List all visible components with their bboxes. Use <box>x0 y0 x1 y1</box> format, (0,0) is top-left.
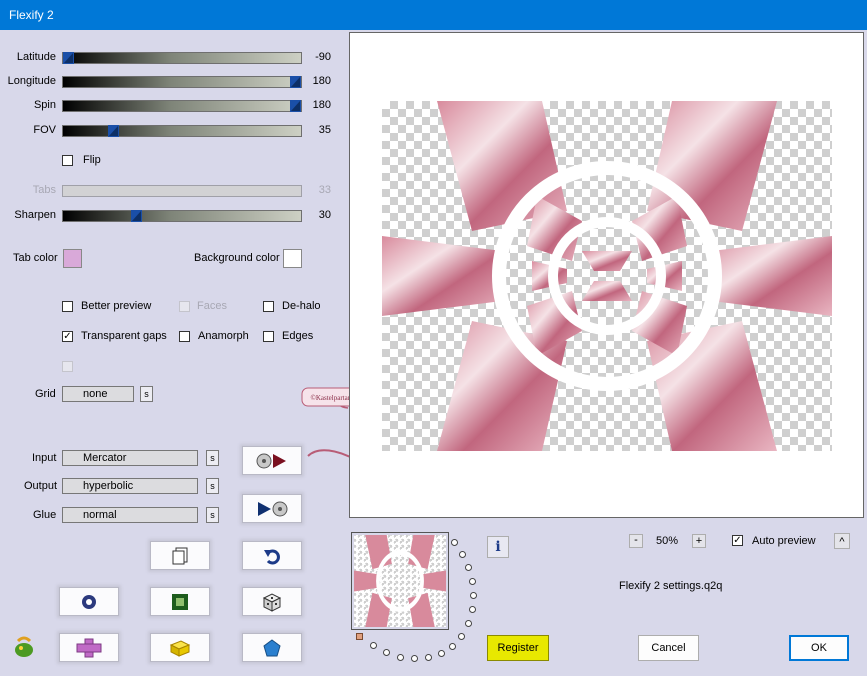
fov-slider[interactable] <box>62 125 302 137</box>
flip-label: Flip <box>83 154 101 166</box>
undo-button[interactable] <box>242 541 302 570</box>
thumbnail-preview[interactable] <box>351 532 449 630</box>
latitude-value: -90 <box>315 51 331 63</box>
longitude-value: 180 <box>312 75 331 87</box>
pentagon-button[interactable] <box>242 633 302 662</box>
zoom-dot[interactable] <box>411 655 418 662</box>
spin-label: Spin <box>33 99 56 111</box>
faces-checkbox <box>179 301 190 312</box>
sharpen-value: 30 <box>318 209 331 221</box>
main-preview[interactable] <box>349 32 864 518</box>
copy-button[interactable] <box>150 541 210 570</box>
tabs-value: 33 <box>318 184 331 196</box>
flip-checkbox[interactable] <box>62 155 73 166</box>
slider-thumb[interactable] <box>108 125 119 137</box>
input-dropdown[interactable]: Mercator <box>62 450 198 466</box>
cube-button[interactable] <box>150 633 210 662</box>
zoom-dot[interactable] <box>469 578 476 585</box>
slider-thumb[interactable] <box>63 52 74 64</box>
info-button[interactable]: i <box>487 536 509 558</box>
latitude-slider[interactable] <box>62 52 302 64</box>
app-logo-icon <box>12 635 36 662</box>
collapse-button[interactable]: ^ <box>834 533 850 549</box>
glue-label: Glue <box>33 509 57 521</box>
random-dice-button[interactable] <box>242 587 302 616</box>
faces-label: Faces <box>197 300 227 312</box>
better-preview-checkbox[interactable] <box>62 301 73 312</box>
tab-color-swatch[interactable] <box>63 249 82 268</box>
edges-checkbox[interactable] <box>263 331 274 342</box>
background-color-swatch[interactable] <box>283 249 302 268</box>
fov-value: 35 <box>318 124 331 136</box>
zoom-dot[interactable] <box>397 654 404 661</box>
output-dropdown[interactable]: hyperbolic <box>62 478 198 494</box>
grid-dropdown[interactable]: none <box>62 386 134 402</box>
zoom-dot[interactable] <box>370 642 377 649</box>
slider-thumb[interactable] <box>290 100 301 112</box>
zoom-dot[interactable] <box>458 633 465 640</box>
spin-value: 180 <box>312 99 331 111</box>
zoom-out-button[interactable]: - <box>629 534 643 548</box>
spin-slider[interactable] <box>62 100 302 112</box>
zoom-in-button[interactable]: + <box>692 534 706 548</box>
edges-label: Edges <box>282 330 314 342</box>
tabs-label: Tabs <box>32 184 56 196</box>
transparent-gaps-checkbox[interactable]: ✓ <box>62 331 73 342</box>
de-halo-checkbox[interactable] <box>263 301 274 312</box>
title-bar: Flexify 2 <box>0 0 867 30</box>
zoom-dot[interactable] <box>470 592 477 599</box>
latitude-label: Latitude <box>16 51 56 63</box>
tabs-slider <box>62 185 302 197</box>
grid-label: Grid <box>35 388 56 400</box>
better-preview-label: Better preview <box>81 300 152 312</box>
import-button[interactable] <box>242 446 302 475</box>
output-label: Output <box>24 480 58 492</box>
window-title: Flexify 2 <box>9 8 54 22</box>
zoom-marker[interactable] <box>356 633 363 640</box>
zoom-dot[interactable] <box>451 539 458 546</box>
auto-preview-label: Auto preview <box>752 535 816 547</box>
longitude-slider[interactable] <box>62 76 302 88</box>
preview-artwork <box>382 101 832 451</box>
disabled-checkbox <box>62 361 73 372</box>
slider-thumb[interactable] <box>131 210 142 222</box>
slider-thumb[interactable] <box>290 76 301 88</box>
zoom-dot[interactable] <box>469 606 476 613</box>
zoom-dot[interactable] <box>459 551 466 558</box>
zoom-dot[interactable] <box>425 654 432 661</box>
zoom-dot[interactable] <box>465 564 472 571</box>
cross-button[interactable] <box>59 633 119 662</box>
export-button[interactable] <box>242 494 302 523</box>
dialog-body: Latitude -90 Longitude 180 Spin 180 FOV … <box>0 30 867 676</box>
cancel-button[interactable]: Cancel <box>638 635 699 661</box>
transparent-gaps-label: Transparent gaps <box>81 330 167 342</box>
anamorph-checkbox[interactable] <box>179 331 190 342</box>
output-s-button[interactable]: s <box>206 478 219 494</box>
thumbnail-artwork <box>354 535 446 627</box>
ok-button[interactable]: OK <box>789 635 849 661</box>
sharpen-slider[interactable] <box>62 210 302 222</box>
zoom-dot[interactable] <box>438 650 445 657</box>
de-halo-label: De-halo <box>282 300 321 312</box>
frame-button[interactable] <box>150 587 210 616</box>
background-color-label: Background color <box>194 252 280 264</box>
tab-color-label: Tab color <box>13 252 58 264</box>
auto-preview-checkbox[interactable]: ✓ <box>732 535 743 546</box>
longitude-label: Longitude <box>7 75 56 87</box>
zoom-dot[interactable] <box>449 643 456 650</box>
settings-filename: Flexify 2 settings.q2q <box>619 580 723 592</box>
anamorph-label: Anamorph <box>198 330 249 342</box>
zoom-dot[interactable] <box>383 649 390 656</box>
sphere-button[interactable] <box>59 587 119 616</box>
input-label: Input <box>32 452 57 464</box>
zoom-dot[interactable] <box>465 620 472 627</box>
input-s-button[interactable]: s <box>206 450 219 466</box>
zoom-level: 50% <box>656 535 679 547</box>
register-button[interactable]: Register <box>487 635 549 661</box>
sharpen-label: Sharpen <box>14 209 56 221</box>
glue-dropdown[interactable]: normal <box>62 507 198 523</box>
grid-s-button[interactable]: s <box>140 386 153 402</box>
glue-s-button[interactable]: s <box>206 507 219 523</box>
fov-label: FOV <box>33 124 56 136</box>
